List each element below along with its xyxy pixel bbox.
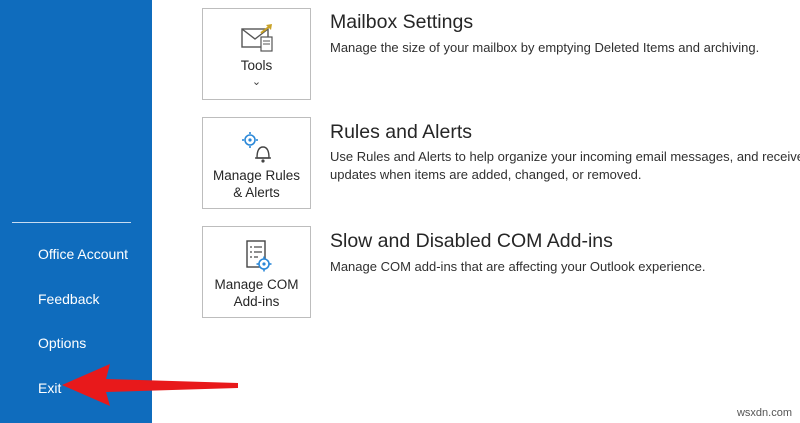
sidebar-item-options[interactable]: Options: [0, 323, 152, 363]
com-addins-icon: [241, 239, 273, 278]
watermark: wsxdn.com: [736, 407, 792, 419]
chevron-down-icon: ⌄: [251, 76, 262, 88]
outlook-backstage: Office Account Feedback Options Exit Too…: [0, 0, 800, 423]
manage-com-addins-label: Manage COM Add-ins: [214, 277, 299, 309]
sidebar-item-feedback[interactable]: Feedback: [0, 279, 152, 319]
tools-label: Tools: [240, 58, 273, 73]
mailbox-settings-title: Mailbox Settings: [330, 11, 474, 33]
rules-and-alerts-title: Rules and Alerts: [330, 121, 472, 143]
rules-alerts-icon: [240, 130, 274, 169]
manage-com-addins-button[interactable]: Manage COM Add-ins: [202, 226, 311, 318]
rules-and-alerts-description-line2: updates when items are added, changed, o…: [330, 167, 642, 182]
sidebar-divider: [12, 222, 131, 223]
manage-rules-alerts-label: Manage Rules & Alerts: [212, 168, 301, 200]
sidebar-item-office-account[interactable]: Office Account: [0, 234, 152, 274]
manage-rules-alerts-button[interactable]: Manage Rules & Alerts: [202, 117, 311, 209]
mailbox-settings-description: Manage the size of your mailbox by empty…: [330, 40, 760, 55]
sidebar: Office Account Feedback Options Exit: [0, 0, 152, 423]
com-addins-title: Slow and Disabled COM Add-ins: [330, 230, 613, 252]
rules-and-alerts-description-line1: Use Rules and Alerts to help organize yo…: [330, 149, 800, 164]
tools-button[interactable]: Tools ⌄: [202, 8, 311, 100]
mailbox-envelope-icon: [239, 23, 275, 58]
red-pointer-arrow-icon: [62, 362, 240, 413]
com-addins-description: Manage COM add-ins that are affecting yo…: [330, 259, 706, 274]
main-content: Tools ⌄ Mailbox Settings Manage the size…: [152, 0, 800, 423]
